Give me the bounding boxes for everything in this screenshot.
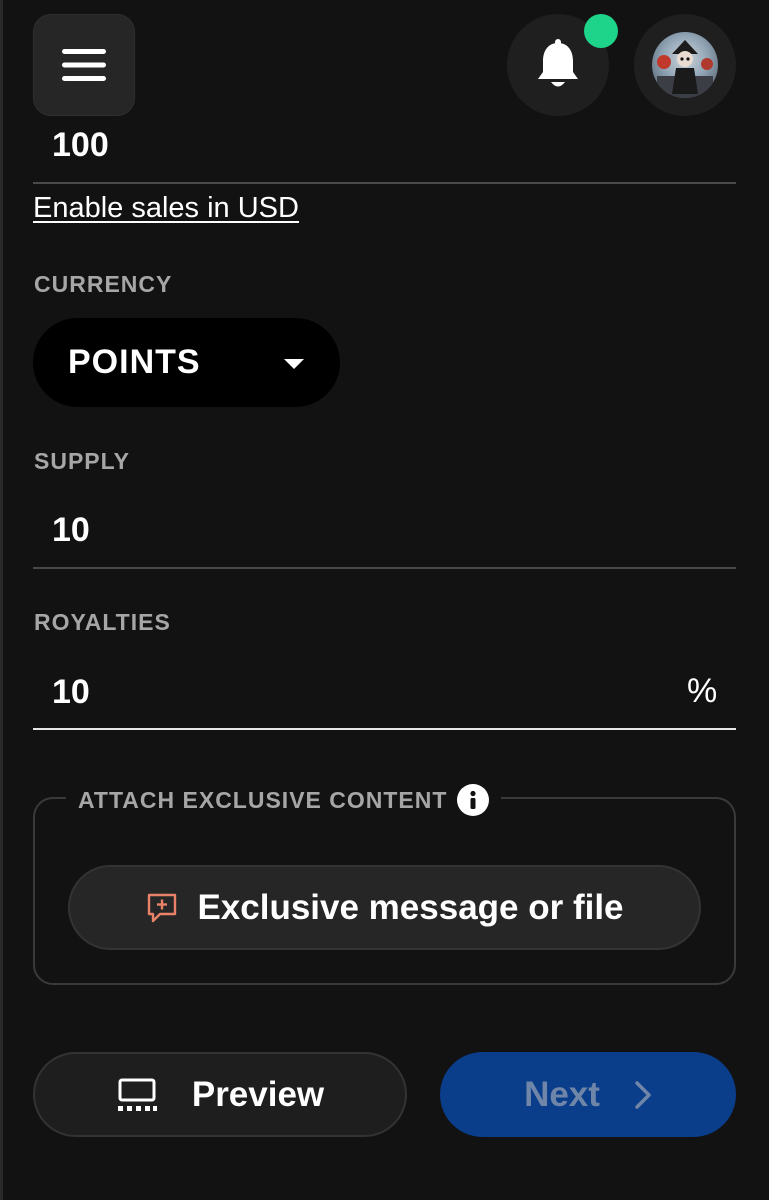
left-edge-border: [0, 0, 3, 1200]
royalties-input-underline: [33, 728, 736, 730]
avatar-button[interactable]: [634, 14, 736, 116]
supply-label: SUPPLY: [34, 448, 130, 474]
bell-icon: [538, 39, 578, 87]
royalties-label: ROYALTIES: [34, 609, 171, 635]
currency-selected-value: POINTS: [68, 343, 201, 381]
user-avatar: [652, 32, 718, 98]
royalties-input[interactable]: 10: [52, 673, 90, 712]
supply-input[interactable]: 10: [52, 511, 90, 550]
create-listing-page: 100 Enable sales in USD CURRENCY POINTS …: [0, 0, 769, 1200]
enable-usd-link[interactable]: Enable sales in USD: [33, 192, 299, 225]
exclusive-content-title: ATTACH EXCLUSIVE CONTENT: [78, 786, 448, 813]
chevron-right-icon: [635, 1080, 651, 1109]
price-input-underline: [33, 182, 736, 184]
exclusive-content-legend: ATTACH EXCLUSIVE CONTENT: [66, 782, 502, 818]
royalties-percent-suffix: %: [687, 672, 718, 710]
message-add-icon: [148, 893, 177, 922]
preview-monitor-icon: [117, 1078, 157, 1111]
price-input[interactable]: 100: [52, 126, 109, 165]
hamburger-menu-icon: [62, 49, 106, 81]
currency-select[interactable]: POINTS: [33, 318, 340, 407]
notification-dot: [584, 14, 618, 48]
info-icon[interactable]: [457, 784, 490, 816]
exclusive-message-label: Exclusive message or file: [197, 887, 624, 927]
menu-button[interactable]: [33, 14, 135, 116]
preview-button[interactable]: Preview: [33, 1052, 407, 1137]
next-button[interactable]: Next: [440, 1052, 736, 1137]
exclusive-message-button[interactable]: Exclusive message or file: [68, 865, 701, 950]
next-label: Next: [524, 1074, 600, 1114]
caret-down-icon: [284, 359, 304, 369]
currency-label: CURRENCY: [34, 271, 173, 297]
supply-input-underline: [33, 567, 736, 569]
preview-label: Preview: [191, 1074, 325, 1114]
